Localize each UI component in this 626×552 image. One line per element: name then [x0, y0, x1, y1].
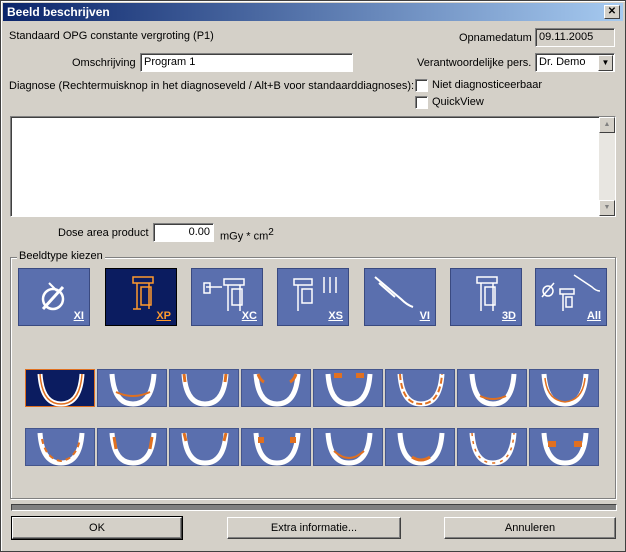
dialog-window: Beeld beschrijven ✕ Standaard OPG consta…	[0, 0, 626, 552]
type-xc-button[interactable]: XC	[191, 268, 263, 326]
responsible-label: Verantwoordelijke pers.	[417, 57, 532, 69]
type-xi-code: XI	[73, 310, 84, 322]
jaw-icon	[541, 373, 589, 407]
scroll-up-icon[interactable]: ▲	[599, 117, 615, 133]
jaw-icon	[397, 373, 445, 407]
exam-subtitle: Standaard OPG constante vergroting (P1)	[9, 30, 214, 42]
jaw-icon	[109, 432, 157, 466]
dose-label: Dose area product	[58, 227, 149, 239]
program-thumbnail[interactable]	[529, 428, 599, 466]
type-xp-code: XP	[156, 310, 171, 322]
responsible-select[interactable]: Dr. Demo ▼	[535, 53, 615, 72]
program-thumbnail[interactable]	[385, 428, 455, 466]
date-field: 09.11.2005	[535, 28, 615, 47]
not-diagnostic-checkbox[interactable]	[415, 79, 428, 92]
program-thumbnail[interactable]	[457, 369, 527, 407]
ok-button[interactable]: OK	[11, 516, 183, 540]
jaw-icon	[181, 373, 229, 407]
description-input[interactable]: Program 1	[140, 53, 353, 72]
type-3d-button[interactable]: 3D	[450, 268, 522, 326]
date-label: Opnamedatum	[459, 32, 532, 44]
close-button[interactable]: ✕	[604, 5, 620, 19]
dose-unit-text: mGy * cm	[220, 230, 269, 243]
dose-unit: mGy * cm2	[220, 227, 274, 243]
not-diagnostic-label: Niet diagnosticeerbaar	[432, 79, 543, 91]
program-thumbnail[interactable]	[241, 369, 311, 407]
jaw-icon	[469, 373, 517, 407]
window-title: Beeld beschrijven	[7, 5, 110, 19]
program-thumbnail[interactable]	[25, 369, 95, 407]
jaw-icon	[325, 373, 373, 407]
type-vi-code: VI	[419, 310, 430, 322]
program-thumbnail[interactable]	[169, 428, 239, 466]
program-thumbnail[interactable]	[241, 428, 311, 466]
jaw-icon	[253, 373, 301, 407]
jaw-icon	[181, 432, 229, 466]
separator-bar	[11, 504, 617, 511]
program-thumbnail[interactable]	[97, 428, 167, 466]
program-thumbnail[interactable]	[313, 428, 383, 466]
title-bar: Beeld beschrijven ✕	[3, 3, 623, 21]
jaw-icon	[325, 432, 373, 466]
program-thumbnail[interactable]	[97, 369, 167, 407]
jaw-icon	[109, 373, 157, 407]
type-all-button[interactable]: All	[535, 268, 607, 326]
program-thumbnail[interactable]	[169, 369, 239, 407]
quickview-label: QuickView	[432, 96, 484, 108]
dose-input[interactable]: 0.00	[153, 223, 214, 242]
chevron-down-icon[interactable]: ▼	[598, 55, 613, 71]
jaw-icon	[37, 432, 85, 466]
program-thumbnail[interactable]	[25, 428, 95, 466]
type-3d-code: 3D	[501, 310, 516, 322]
jaw-icon	[469, 432, 517, 466]
jaw-icon	[37, 373, 85, 407]
type-xs-button[interactable]: XS	[277, 268, 349, 326]
type-all-code: All	[586, 310, 601, 322]
jaw-icon	[397, 432, 445, 466]
diagnosis-textarea[interactable]: ▲ ▼	[10, 116, 616, 217]
extra-info-button[interactable]: Extra informatie...	[227, 517, 401, 539]
scroll-down-icon[interactable]: ▼	[599, 200, 615, 216]
type-xc-code: XC	[241, 310, 257, 322]
type-xs-code: XS	[328, 310, 343, 322]
diagnosis-scrollbar[interactable]: ▲ ▼	[599, 117, 615, 216]
type-vi-button[interactable]: VI	[364, 268, 436, 326]
description-label: Omschrijving	[72, 57, 136, 69]
program-thumbnail[interactable]	[529, 369, 599, 407]
type-xp-button[interactable]: XP	[105, 268, 177, 326]
diagnosis-label: Diagnose (Rechtermuisknop in het diagnos…	[9, 80, 415, 92]
jaw-icon	[253, 432, 301, 466]
cancel-button[interactable]: Annuleren	[444, 517, 616, 539]
responsible-value: Dr. Demo	[539, 56, 586, 68]
program-thumbnail[interactable]	[457, 428, 527, 466]
quickview-checkbox[interactable]	[415, 96, 428, 109]
dose-unit-exponent: 2	[268, 227, 274, 238]
program-thumbnail[interactable]	[313, 369, 383, 407]
jaw-icon	[541, 432, 589, 466]
program-thumbnail[interactable]	[385, 369, 455, 407]
type-xi-button[interactable]: XI	[18, 268, 90, 326]
image-type-group-title: Beeldtype kiezen	[17, 250, 105, 262]
